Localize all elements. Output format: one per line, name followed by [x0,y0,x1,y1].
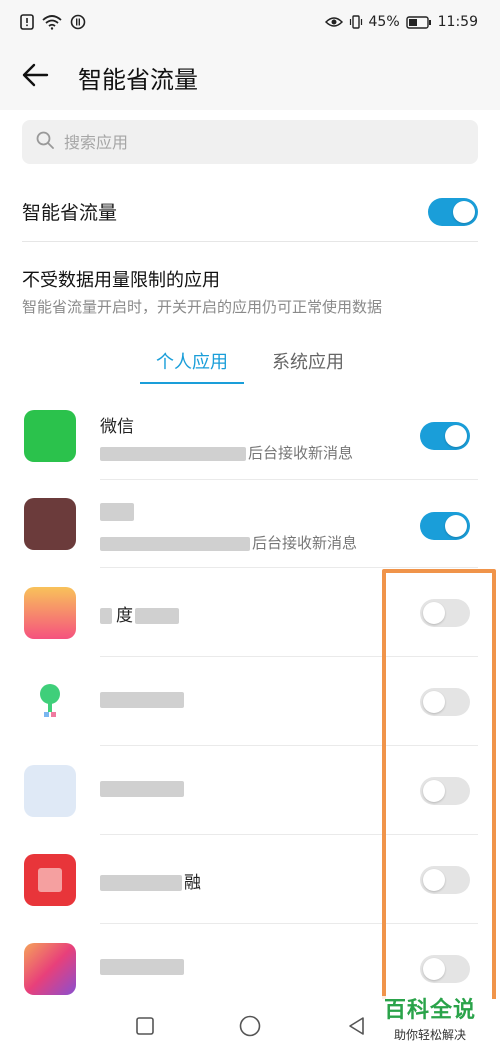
vibrate-icon [349,15,363,29]
toggle-knob [423,691,445,713]
app-name [100,779,184,799]
circle-icon [238,1014,262,1042]
blurred-text [100,959,184,975]
back-nav-button[interactable] [342,1013,372,1043]
status-bar: 45% 11:59 [0,0,500,44]
toggle-knob [445,515,467,537]
smart-data-saver-label: 智能省流量 [22,202,118,224]
watermark-sub: 助你轻松解决 [393,1028,466,1042]
app-name: 微信 [100,417,134,437]
status-left [20,14,86,30]
data-saver-icon [70,14,86,30]
divider [100,923,478,924]
smart-data-saver-row[interactable]: 智能省流量 [22,182,478,242]
eye-comfort-icon [324,16,343,28]
recent-apps-button[interactable] [130,1013,160,1043]
app-tabs: 个人应用 系统应用 [0,346,500,386]
divider [100,834,478,835]
back-arrow-icon [21,63,49,91]
tab-system-apps[interactable]: 系统应用 [258,346,358,386]
list-item[interactable]: 融 [0,836,500,924]
back-button[interactable] [0,44,70,110]
section-subtitle: 智能省流量开启时，开关开启的应用仍可正常使用数据 [22,298,383,316]
status-right: 45% 11:59 [324,14,478,30]
app-icon [24,676,76,728]
app-icon [24,587,76,639]
wifi-icon [42,14,62,30]
search-icon [36,131,54,153]
app-toggle[interactable] [420,955,470,983]
divider [100,745,478,746]
battery-icon [405,15,432,29]
app-name [100,957,184,977]
search-input[interactable] [64,132,444,152]
app-desc-text: 后台接收新消息 [252,534,358,552]
square-icon [134,1015,156,1041]
blurred-text [100,608,112,624]
app-desc: 后台接收新消息 [100,532,357,553]
app-toggle[interactable] [420,599,470,627]
toggle-knob [445,425,467,447]
app-toggle[interactable] [420,512,470,540]
page-title: 智能省流量 [78,65,198,94]
triangle-back-icon [346,1015,368,1041]
blurred-text [100,536,250,551]
toggle-knob [423,869,445,891]
app-icon [24,854,76,906]
app-name-text: 融 [184,873,201,893]
blurred-text [100,875,182,891]
blurred-text [100,446,246,461]
tab-personal-apps[interactable]: 个人应用 [140,346,244,386]
app-toggle[interactable] [420,688,470,716]
watermark: 百科全说 助你轻松解决 [372,996,488,1050]
clock: 11:59 [437,14,478,30]
list-item[interactable] [0,658,500,746]
app-name: 融 [100,868,201,893]
toggle-knob [453,200,475,223]
sim-alert-icon [20,14,34,30]
toggle-knob [423,602,445,624]
section-title: 不受数据用量限制的应用 [22,270,220,291]
smart-data-saver-toggle[interactable] [428,197,478,226]
list-item[interactable] [0,747,500,835]
list-item[interactable]: 度 [0,569,500,657]
app-name [100,502,134,522]
app-desc-text: 后台接收新消息 [248,444,354,462]
blurred-text [100,781,184,797]
divider [100,567,478,568]
app-name: 度 [100,601,179,626]
watermark-main: 百科全说 [383,998,476,1023]
blurred-text [135,608,179,624]
app-icon [24,498,76,550]
app-icon [24,765,76,817]
blurred-text [100,692,184,708]
active-tab-indicator [140,382,244,384]
app-toggle[interactable] [420,866,470,894]
home-button[interactable] [235,1013,265,1043]
app-toggle[interactable] [420,422,470,450]
app-icon [24,410,76,462]
app-desc: 后台接收新消息 [100,442,353,463]
title-bar: 智能省流量 [0,44,500,110]
list-item[interactable]: 后台接收新消息 [0,480,500,568]
app-icon [24,943,76,995]
list-item[interactable]: 微信 后台接收新消息 [0,392,500,480]
search-box[interactable] [22,120,478,164]
divider [100,656,478,657]
app-name [100,690,184,710]
toggle-knob [423,958,445,980]
battery-percent: 45% [368,14,400,30]
toggle-knob [423,780,445,802]
app-toggle[interactable] [420,777,470,805]
app-name-text: 度 [116,606,133,626]
blurred-text [100,503,134,521]
